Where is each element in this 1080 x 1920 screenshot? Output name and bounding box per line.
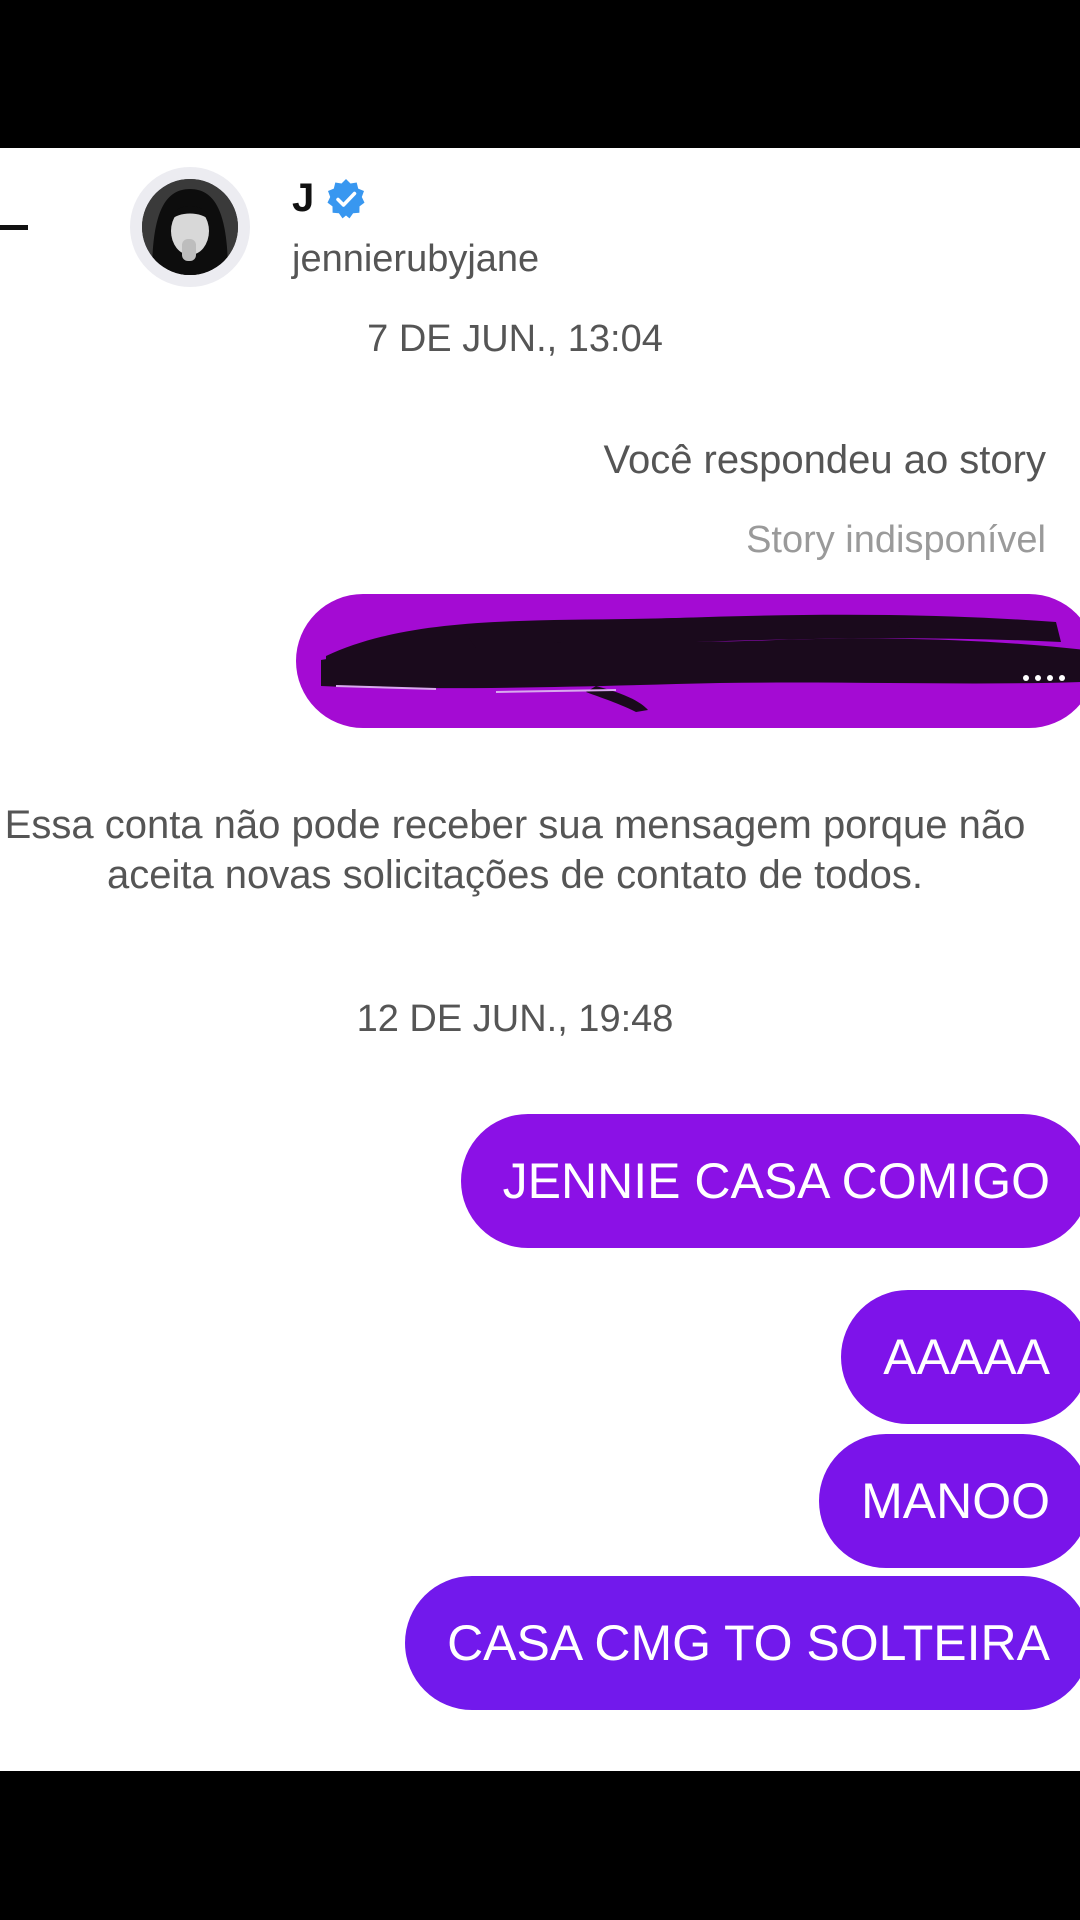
verified-badge-icon: [327, 178, 365, 218]
message-timestamp: 12 DE JUN., 19:48: [356, 998, 674, 1040]
profile-avatar[interactable]: [130, 167, 250, 287]
sent-message-bubble[interactable]: CASA CMG TO SOLTEIRA: [405, 1576, 1080, 1710]
story-unavailable-label: Story indisponível: [746, 519, 1046, 561]
contact-display-name: J: [292, 176, 315, 220]
contact-name-row[interactable]: J: [292, 176, 368, 221]
profile-photo-icon: [142, 179, 238, 275]
redacted-message-bubble[interactable]: [296, 594, 1080, 728]
sent-message-bubble[interactable]: AAAAA: [841, 1290, 1080, 1424]
story-reply-note: Você respondeu ao story: [603, 438, 1046, 482]
scribble-redaction: [321, 614, 1080, 712]
sent-message-bubble[interactable]: MANOO: [819, 1434, 1080, 1568]
back-arrow-icon[interactable]: [0, 225, 28, 230]
delivery-error-message: Essa conta não pode receber sua mensagem…: [4, 803, 1026, 897]
message-timestamp: 7 DE JUN., 13:04: [367, 318, 663, 360]
contact-username[interactable]: jennierubyjane: [292, 238, 539, 281]
sent-message-bubble[interactable]: JENNIE CASA COMIGO: [460, 1114, 1080, 1248]
